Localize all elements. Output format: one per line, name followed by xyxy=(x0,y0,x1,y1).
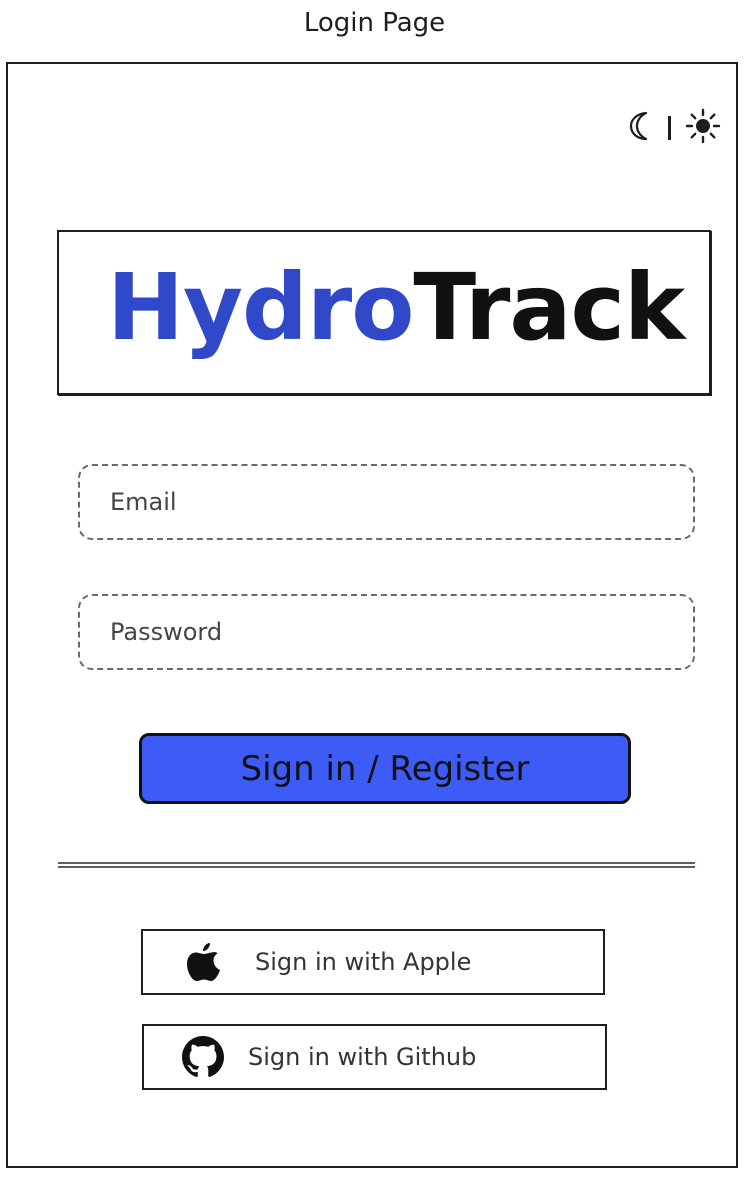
github-sign-in-label: Sign in with Github xyxy=(248,1043,477,1071)
moon-icon[interactable] xyxy=(628,111,654,145)
password-field[interactable] xyxy=(108,617,693,647)
sign-in-register-button[interactable]: Sign in / Register xyxy=(139,733,631,804)
logo-text: HydroTrack xyxy=(107,262,685,354)
page-title: Login Page xyxy=(303,8,446,38)
email-field-container[interactable] xyxy=(78,464,695,540)
sign-in-with-apple-button[interactable]: Sign in with Apple xyxy=(141,929,605,995)
logo-text-hydro: Hydro xyxy=(107,254,414,361)
email-field[interactable] xyxy=(108,487,693,517)
apple-sign-in-label: Sign in with Apple xyxy=(255,948,472,976)
password-field-container[interactable] xyxy=(78,594,695,670)
sun-icon[interactable] xyxy=(685,108,721,148)
section-divider xyxy=(58,862,695,868)
app-logo: HydroTrack xyxy=(57,230,711,395)
github-icon xyxy=(182,1036,224,1078)
theme-toggle[interactable] xyxy=(628,108,721,148)
sign-in-with-github-button[interactable]: Sign in with Github xyxy=(142,1024,607,1090)
logo-text-track: Track xyxy=(413,254,685,361)
apple-icon xyxy=(183,941,225,983)
theme-toggle-divider xyxy=(668,116,671,140)
